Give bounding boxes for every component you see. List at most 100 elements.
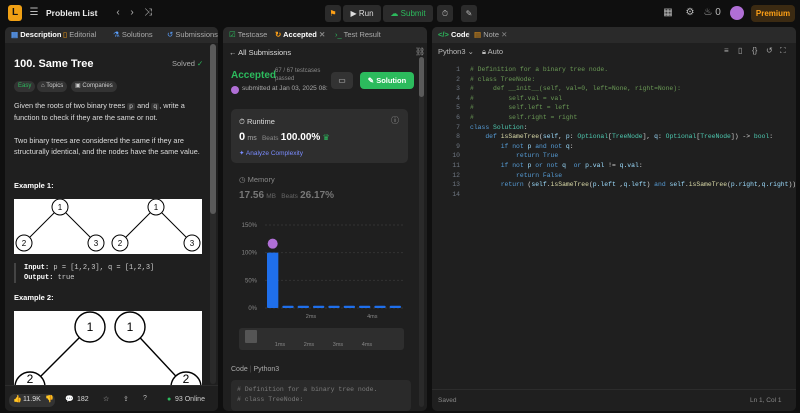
code-line[interactable]: 11 if not p or not q or p.val != q.val: bbox=[440, 161, 796, 171]
memory-beats-label: Beats bbox=[281, 193, 298, 200]
tab-solutions[interactable]: ⚗ Solutions bbox=[113, 27, 153, 43]
tree2-node-root: 1 bbox=[154, 203, 159, 212]
note-icon[interactable]: ✎ bbox=[461, 5, 477, 22]
description-paragraph-2: Two binary trees are considered the same… bbox=[14, 136, 200, 156]
braces-icon[interactable]: {} bbox=[752, 46, 757, 55]
description-panel: ▤ Description ▯ Editorial ⚗ Solutions ↺ … bbox=[5, 27, 218, 411]
submission-scrollbar[interactable] bbox=[419, 57, 424, 407]
share-icon[interactable]: ⇪ bbox=[123, 395, 129, 403]
timer-icon[interactable]: ⏱ bbox=[437, 5, 453, 22]
bookmark-icon[interactable]: ▯ bbox=[738, 46, 742, 55]
submission-panel: ☑ Testcase ↻ Accepted ✕ ›_ Test Result ←… bbox=[223, 27, 427, 411]
next-problem-icon[interactable]: › bbox=[126, 0, 138, 26]
tab-test-result[interactable]: ›_ Test Result bbox=[335, 27, 381, 43]
memory-header[interactable]: ◷ Memory bbox=[239, 175, 275, 184]
all-submissions-link[interactable]: ← All Submissions bbox=[229, 48, 291, 57]
example-2-trees: 1 1 2 2 bbox=[14, 311, 202, 385]
link-icon[interactable]: ⛓ bbox=[415, 47, 425, 56]
code-line[interactable]: 2 # class TreeNode: bbox=[440, 75, 796, 85]
code-line[interactable]: 12 return False bbox=[440, 171, 796, 181]
code-line[interactable]: 9 if not p and not q: bbox=[440, 142, 796, 152]
code-line[interactable]: 14 bbox=[440, 190, 796, 200]
streak-fire-icon[interactable]: ♨ bbox=[703, 0, 713, 26]
description-footer: 👍 11.9K 👎 💬 182 ☆ ⇪ ? ● 93 Online bbox=[5, 385, 218, 411]
code-line[interactable]: 6 # self.right = right bbox=[440, 113, 796, 123]
close-tab-icon[interactable]: ✕ bbox=[319, 30, 325, 39]
code-line[interactable]: 10 return True bbox=[440, 151, 796, 161]
example-1-trees: 1 2 3 1 2 3 bbox=[15, 199, 201, 252]
example-2-image: 1 1 2 2 bbox=[14, 311, 202, 385]
code-line[interactable]: 4 # self.val = val bbox=[440, 94, 796, 104]
run-label: Run bbox=[358, 9, 374, 18]
code-line[interactable]: 3 # def __init__(self, val=0, left=None, … bbox=[440, 84, 796, 94]
code-line[interactable]: 1 # Definition for a binary tree node. bbox=[440, 65, 796, 75]
auto-label: Auto bbox=[487, 47, 504, 56]
info-icon[interactable]: ⓘ bbox=[391, 115, 399, 126]
format-icon[interactable]: ≡ bbox=[724, 46, 729, 55]
settings-gear-icon[interactable]: ⚙ bbox=[684, 0, 696, 26]
debug-icon[interactable]: ⚑ bbox=[325, 5, 341, 22]
runtime-value: 0 bbox=[239, 131, 246, 143]
avatar[interactable] bbox=[730, 6, 744, 20]
comment-icon[interactable]: 💬 bbox=[65, 395, 74, 403]
code-token: TreeNode bbox=[611, 133, 643, 141]
shuffle-icon[interactable]: ⤨ bbox=[142, 0, 154, 26]
submitted-at: submitted at Jan 03, 2025 08: bbox=[242, 85, 328, 92]
solution-button[interactable]: ✎ Solution bbox=[360, 72, 414, 89]
fullscreen-icon[interactable]: ⛶ bbox=[780, 46, 786, 56]
prev-problem-icon[interactable]: ‹ bbox=[112, 0, 124, 26]
topics-pill[interactable]: ⌂ Topics bbox=[37, 81, 68, 92]
language-select[interactable]: Python3 ⌄ bbox=[438, 47, 474, 56]
code-line[interactable]: 5 # self.left = left bbox=[440, 103, 796, 113]
tab-code[interactable]: </> Code bbox=[438, 27, 470, 43]
run-button[interactable]: ▶ Run bbox=[343, 5, 381, 22]
runtime-stats: 0 ms Beats 100.00% ♛ bbox=[239, 131, 330, 143]
code-token: return bbox=[516, 171, 543, 179]
feedback-icon[interactable]: ? bbox=[143, 395, 147, 402]
thumbs-down-icon[interactable]: 👎 bbox=[45, 395, 54, 403]
output-label: Output: bbox=[24, 274, 54, 282]
tab-testcase[interactable]: ☑ Testcase bbox=[229, 27, 267, 43]
leetcode-logo[interactable]: L bbox=[8, 5, 22, 21]
premium-button[interactable]: Premium bbox=[751, 5, 795, 22]
range-slider-handle bbox=[245, 330, 257, 343]
tab-description[interactable]: ▤ Description bbox=[11, 27, 61, 43]
layout-icon[interactable]: ▦ bbox=[662, 0, 674, 26]
analyze-complexity-link[interactable]: ✦ Analyze Complexity bbox=[239, 149, 303, 157]
streak-count: 0 bbox=[715, 7, 721, 18]
runtime-card[interactable]: ⏱ Runtime ⓘ 0 ms Beats 100.00% ♛ ✦ Analy… bbox=[231, 109, 408, 163]
menu-icon[interactable]: ☰ bbox=[28, 0, 40, 26]
code-editor[interactable]: 1 # Definition for a binary tree node. 2 # … bbox=[440, 65, 796, 199]
auto-mode-toggle[interactable]: 🔒︎ Auto bbox=[482, 47, 503, 57]
companies-pill[interactable]: ▣ Companies bbox=[71, 81, 117, 92]
code-token: # self.left = left bbox=[470, 104, 570, 112]
submission-scroll-thumb[interactable] bbox=[419, 57, 424, 97]
close-note-icon[interactable]: ✕ bbox=[501, 30, 507, 39]
runtime-beats-label: Beats bbox=[261, 135, 279, 142]
description-scroll-thumb[interactable] bbox=[210, 44, 216, 214]
code-line[interactable]: 7 class Solution: bbox=[440, 123, 796, 133]
code-line[interactable]: 13 return (self.isSameTree(p.left ,q.lef… bbox=[440, 180, 796, 190]
tab-accepted[interactable]: ↻ Accepted ✕ bbox=[275, 27, 325, 43]
user-position-avatar bbox=[267, 238, 278, 249]
difficulty-badge[interactable]: Easy bbox=[14, 81, 36, 92]
analyze-label: Analyze Complexity bbox=[245, 150, 303, 157]
solution-label: Solution bbox=[376, 76, 407, 85]
reset-icon[interactable]: ↺ bbox=[766, 46, 773, 55]
building-icon: ▣ bbox=[75, 83, 81, 89]
edit-icon: ✎ bbox=[367, 76, 375, 85]
line-number: 11 bbox=[452, 161, 460, 169]
tab-submissions[interactable]: ↺ Submissions bbox=[167, 27, 218, 43]
editorial-book-button[interactable]: ▭ bbox=[331, 72, 353, 89]
tab-editorial[interactable]: ▯ Editorial bbox=[63, 27, 96, 43]
star-icon[interactable]: ☆ bbox=[103, 395, 109, 403]
ex2-tree1-root: 1 bbox=[87, 320, 94, 334]
problem-list-link[interactable]: Problem List bbox=[46, 0, 97, 26]
code-token: q.left bbox=[623, 181, 647, 189]
code-token: isSameTree bbox=[550, 181, 589, 189]
code-token: or bbox=[573, 161, 586, 169]
tab-note[interactable]: ▤ Note ✕ bbox=[474, 27, 507, 43]
submit-button[interactable]: ☁ Submit bbox=[383, 5, 433, 22]
code-line[interactable]: 8 def isSameTree(self, p: Optional[TreeN… bbox=[440, 132, 796, 142]
